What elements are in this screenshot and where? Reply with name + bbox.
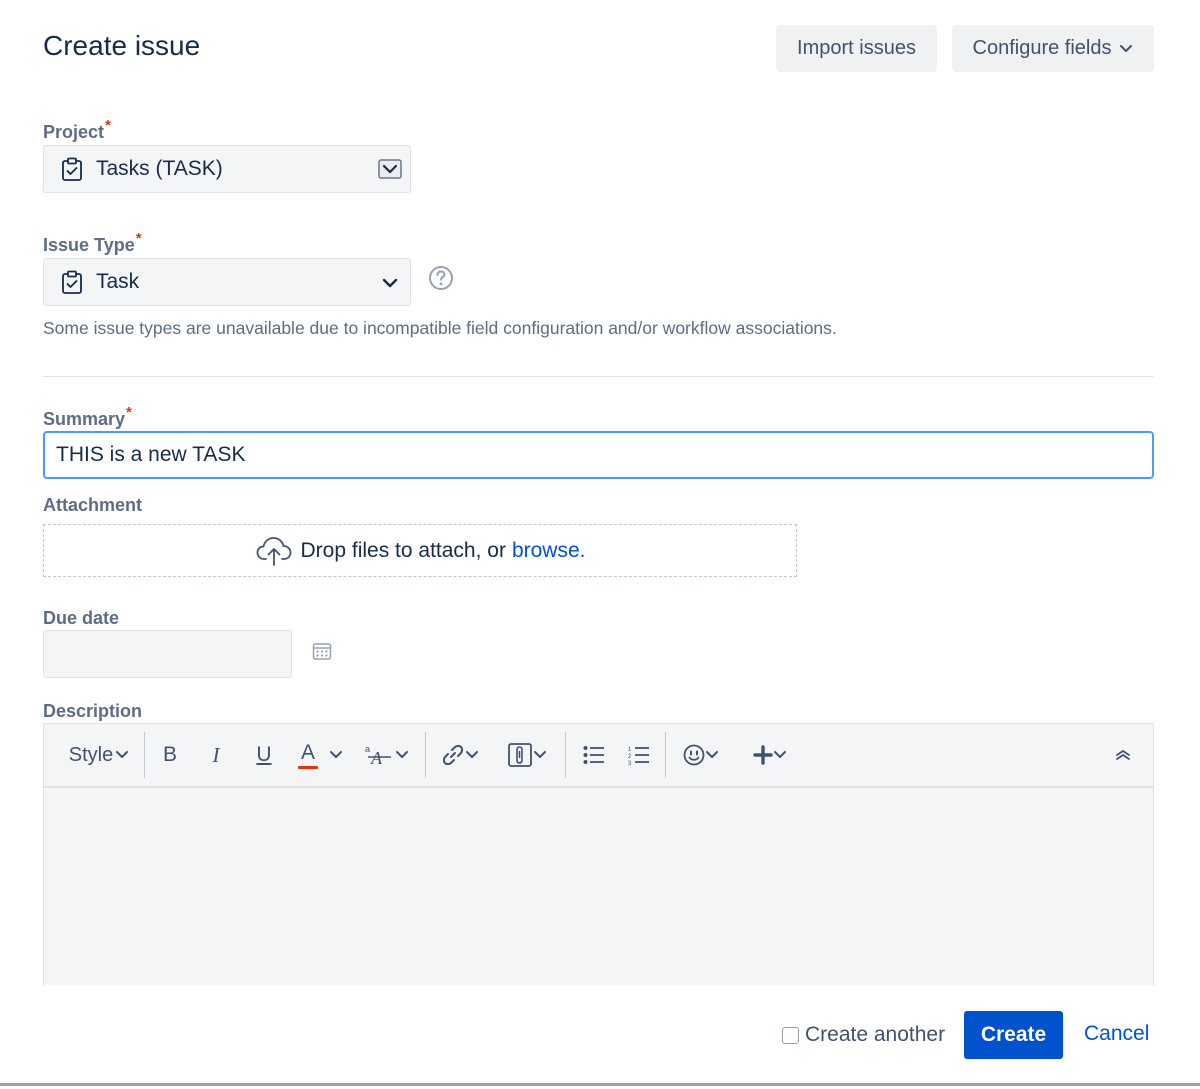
- link-glyph: [442, 744, 464, 766]
- emoji-icon[interactable]: [676, 724, 726, 786]
- issue-type-label: Issue Type*: [43, 230, 142, 256]
- required-mark: *: [105, 117, 111, 134]
- dropdown-arrow-icon: [378, 159, 402, 179]
- chevron-down-icon: [534, 751, 546, 758]
- chevron-down-icon: [1120, 44, 1133, 52]
- cancel-button[interactable]: Cancel: [1084, 1022, 1149, 1046]
- chevron-down-icon: [706, 751, 718, 758]
- browse-link[interactable]: browse.: [512, 539, 586, 563]
- numbered-list-glyph: 1 2 3: [628, 747, 649, 765]
- link-icon[interactable]: [436, 724, 484, 786]
- chevron-down-icon: [466, 751, 478, 758]
- bold-icon[interactable]: B: [152, 724, 188, 786]
- summary-label: Summary*: [43, 404, 132, 430]
- text-effects-glyph: a A: [365, 744, 391, 767]
- double-chevron-up-icon: [1116, 750, 1130, 760]
- project-value: Tasks (TASK): [96, 157, 223, 180]
- summary-input[interactable]: [43, 431, 1154, 479]
- description-label: Description: [43, 701, 143, 721]
- svg-text:1: 1: [628, 747, 632, 753]
- issue-type-hint: Some issue types are unavailable due to …: [43, 318, 837, 338]
- toolbar-separator: [425, 732, 426, 778]
- description-editor: Style B I U A a A 1 2 3: [43, 723, 1154, 986]
- dialog-title: Create issue: [43, 30, 201, 61]
- chevron-down-icon: [774, 751, 786, 758]
- text-effects-icon[interactable]: a A: [362, 724, 412, 786]
- clipboard-check-icon: [62, 270, 82, 294]
- issue-type-select[interactable]: Task: [43, 258, 411, 306]
- smiley-icon: [683, 744, 705, 766]
- import-issues-label: Import issues: [797, 37, 916, 59]
- toolbar-separator: [144, 732, 145, 778]
- text-color-swatch: [297, 766, 318, 769]
- underline-icon[interactable]: U: [246, 724, 282, 786]
- italic-glyph: I: [212, 742, 220, 767]
- issue-type-label-text: Issue Type: [43, 235, 135, 255]
- summary-label-text: Summary: [43, 409, 126, 429]
- numbered-list-icon[interactable]: 1 2 3: [622, 724, 656, 786]
- text-color-glyph: A: [300, 741, 315, 764]
- dialog-bottom-border: [0, 1083, 1200, 1086]
- create-another-checkbox[interactable]: [782, 1026, 799, 1044]
- due-date-input[interactable]: [43, 630, 292, 678]
- chevron-down-icon: [116, 751, 129, 758]
- svg-text:a: a: [365, 744, 370, 754]
- underline-glyph: U: [256, 743, 272, 766]
- text-color-icon[interactable]: A: [292, 724, 352, 786]
- create-another-option[interactable]: Create another: [782, 1023, 945, 1047]
- collapse-toolbar-icon[interactable]: [1106, 724, 1140, 786]
- import-issues-button[interactable]: Import issues: [776, 25, 937, 72]
- issue-type-value: Task: [96, 270, 140, 293]
- help-icon[interactable]: [428, 265, 454, 291]
- configure-fields-button[interactable]: Configure fields: [952, 25, 1154, 72]
- italic-icon[interactable]: I: [198, 724, 234, 786]
- cloud-upload-icon: [256, 536, 291, 566]
- description-textarea[interactable]: [44, 788, 1153, 985]
- create-label: Create: [980, 1023, 1047, 1046]
- create-another-label: Create another: [805, 1023, 946, 1046]
- drop-files-text: Drop files to attach, or: [300, 538, 506, 562]
- bullet-list-glyph: [583, 746, 604, 764]
- create-button[interactable]: Create: [964, 1011, 1063, 1059]
- chevron-down-icon: [396, 751, 408, 758]
- calendar-icon[interactable]: [312, 641, 332, 661]
- svg-text:2: 2: [628, 754, 632, 760]
- plus-icon: [753, 745, 773, 765]
- insert-more-icon[interactable]: [744, 724, 796, 786]
- toolbar-separator: [565, 732, 566, 778]
- section-divider: [43, 376, 1154, 377]
- required-mark: *: [126, 404, 132, 421]
- paperclip-icon: [508, 743, 532, 767]
- bold-glyph: B: [162, 743, 177, 766]
- clipboard-check-icon: [62, 157, 82, 181]
- svg-text:3: 3: [628, 761, 632, 765]
- attachment-icon[interactable]: [502, 724, 552, 786]
- project-select[interactable]: Tasks (TASK): [43, 145, 411, 193]
- project-label-text: Project: [43, 122, 105, 142]
- toolbar-separator: [665, 732, 666, 778]
- configure-fields-label: Configure fields: [972, 37, 1112, 59]
- chevron-down-icon: [382, 278, 398, 288]
- project-label: Project*: [43, 117, 111, 143]
- editor-toolbar: Style B I U A a A 1 2 3: [44, 724, 1153, 788]
- style-dropdown[interactable]: Style: [54, 724, 144, 786]
- bullet-list-icon[interactable]: [577, 724, 611, 786]
- chevron-down-icon: [330, 751, 342, 758]
- attachment-label: Attachment: [43, 495, 143, 515]
- style-label: Style: [68, 743, 114, 766]
- required-mark: *: [135, 230, 142, 247]
- attachment-dropzone[interactable]: Drop files to attach, or browse.: [43, 524, 797, 577]
- due-date-label: Due date: [43, 608, 120, 628]
